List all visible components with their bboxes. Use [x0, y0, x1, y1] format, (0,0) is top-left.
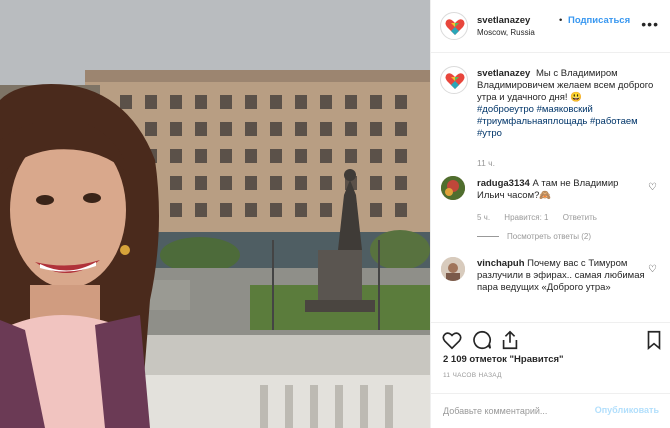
comment-meta: 5 ч. Нравится: 1 Ответить: [477, 213, 609, 222]
avatar-photo: [441, 176, 465, 200]
reply-button[interactable]: Ответить: [563, 213, 597, 222]
view-replies-label: Посмотреть ответы (2): [507, 232, 592, 241]
comment-input[interactable]: [443, 403, 593, 419]
bookmark-icon[interactable]: [643, 329, 665, 351]
replies-divider: [477, 236, 499, 238]
author-username[interactable]: svetlanazey: [477, 15, 530, 26]
commenter-avatar[interactable]: [441, 257, 465, 281]
comments-list[interactable]: svetlanazey Мы с Владимиром Владимирович…: [431, 54, 670, 322]
heart-icon[interactable]: [441, 329, 463, 351]
heart-logo-icon: [445, 19, 465, 35]
publish-button[interactable]: Опубликовать: [595, 405, 659, 415]
comment-likes[interactable]: Нравится: 1: [504, 213, 548, 222]
view-replies-button[interactable]: Посмотреть ответы (2): [477, 232, 591, 241]
comment: vinchapuh Почему вас с Тимуром разлучили…: [477, 258, 645, 294]
post-sidebar: svetlanazey • Подписаться Moscow, Russia…: [430, 0, 670, 428]
comment-time[interactable]: 5 ч.: [477, 213, 490, 222]
hashtag-link[interactable]: #доброеутро: [477, 104, 534, 115]
post-photo-image: [0, 0, 430, 428]
caption-username[interactable]: svetlanazey: [477, 68, 530, 79]
share-icon[interactable]: [499, 329, 521, 351]
comment-icon[interactable]: [471, 329, 493, 351]
separator-dot: •: [559, 15, 563, 26]
avatar-photo: [441, 257, 465, 281]
like-comment-icon[interactable]: ♡: [648, 182, 657, 193]
post-photo[interactable]: [0, 0, 430, 428]
post-caption: svetlanazey Мы с Владимиром Владимирович…: [477, 68, 662, 140]
caption-timestamp[interactable]: 11 ч.: [477, 158, 495, 168]
follow-button[interactable]: Подписаться: [568, 15, 630, 26]
comment-username[interactable]: raduga3134: [477, 178, 530, 189]
author-avatar[interactable]: [440, 12, 468, 40]
post-timestamp[interactable]: 11 ЧАСОВ НАЗАД: [443, 372, 502, 379]
caption-author-avatar[interactable]: [440, 66, 468, 94]
likes-count[interactable]: 2 109 отметок "Нравится": [443, 354, 564, 365]
heart-logo-icon: [445, 73, 465, 89]
hashtag-link[interactable]: #маяковский: [537, 104, 593, 115]
commenter-avatar[interactable]: [441, 176, 465, 200]
more-options-icon[interactable]: •••: [641, 16, 659, 32]
hashtag-link[interactable]: #работаем: [590, 116, 638, 127]
add-comment-bar: Опубликовать: [431, 393, 670, 428]
post-header: svetlanazey • Подписаться Moscow, Russia…: [431, 0, 670, 53]
hashtag-link[interactable]: #триумфальнаяплощадь: [477, 116, 587, 127]
hashtag-link[interactable]: #утро: [477, 128, 502, 139]
like-comment-icon[interactable]: ♡: [648, 264, 657, 275]
comment-username[interactable]: vinchapuh: [477, 258, 525, 269]
comment: raduga3134 А там не Владимир Ильич часом…: [477, 178, 645, 202]
post-actions: [431, 322, 670, 354]
location-link[interactable]: Moscow, Russia: [477, 28, 535, 37]
